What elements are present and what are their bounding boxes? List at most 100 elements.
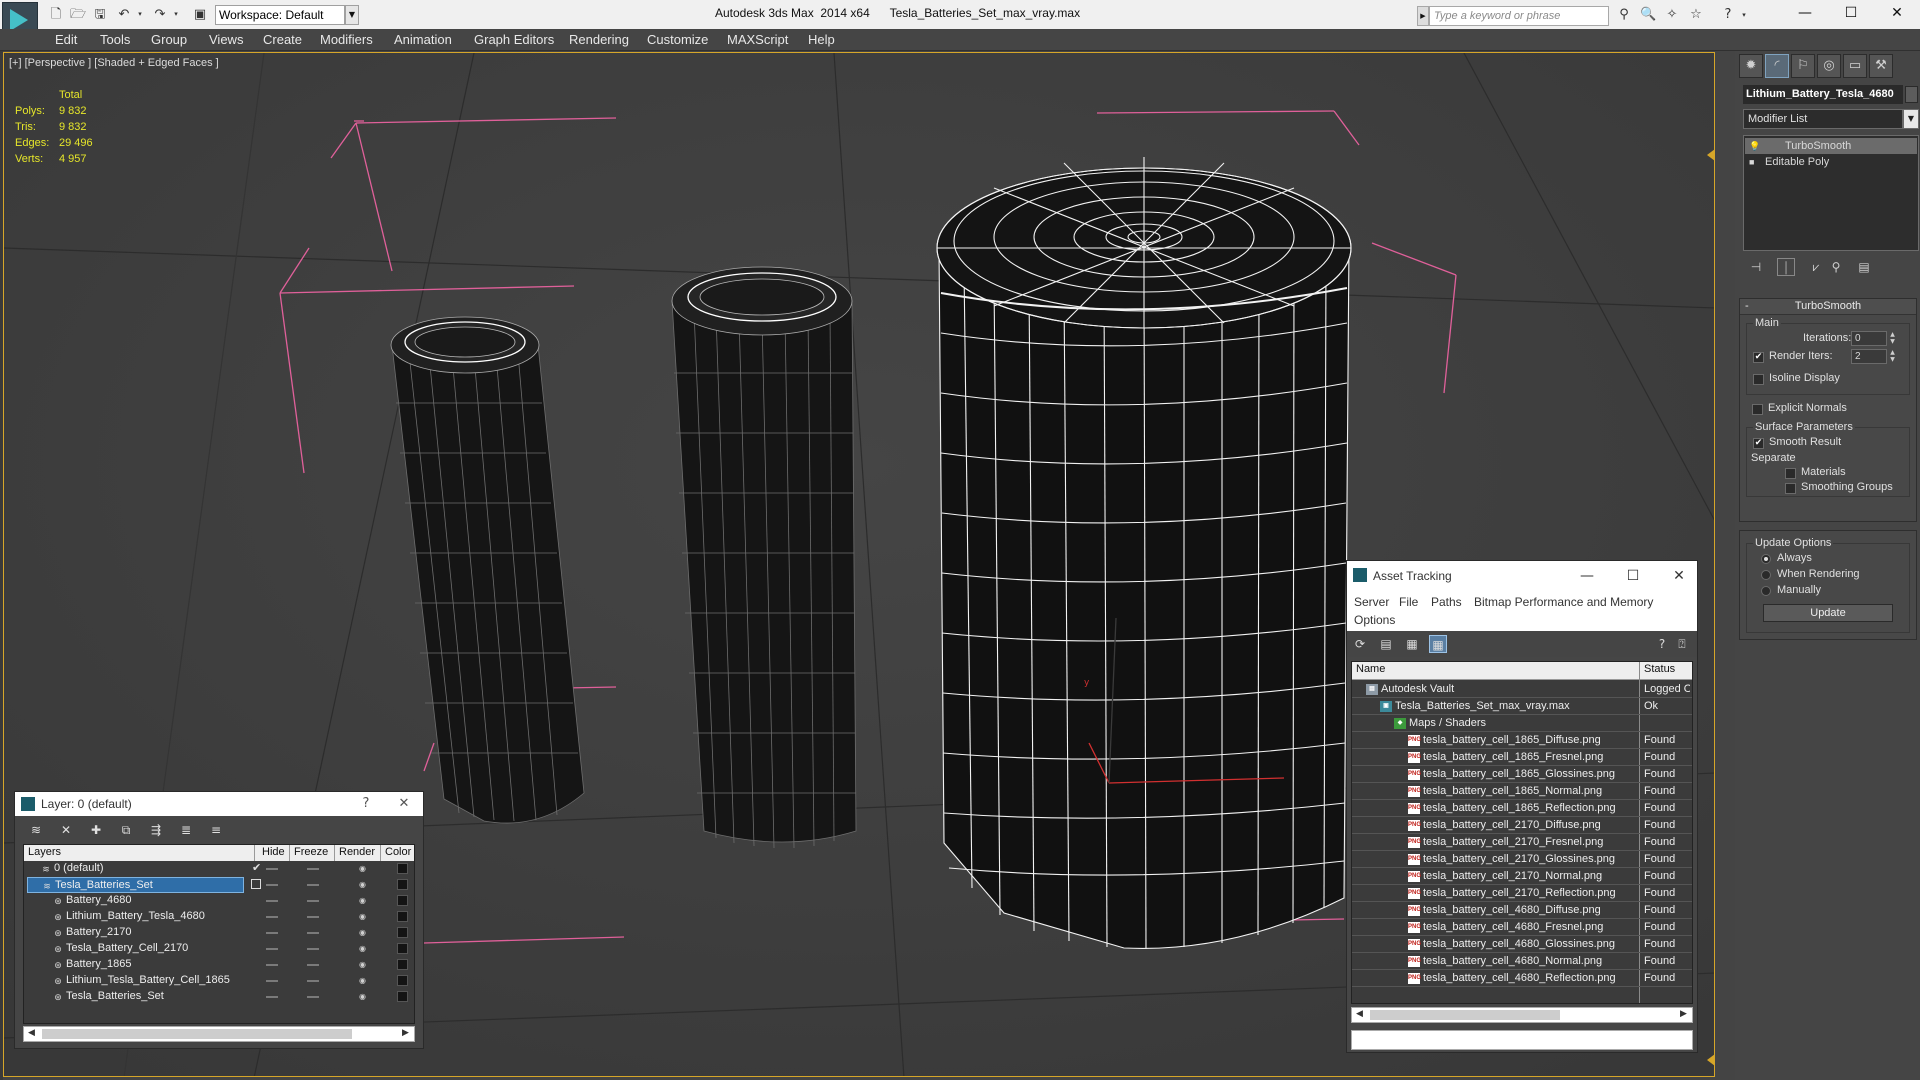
list-view-icon[interactable]: ▤: [1377, 635, 1395, 653]
layer-color-swatch[interactable]: [397, 879, 408, 890]
table-row[interactable]: PNG tesla_battery_cell_2170_Diffuse.png Fo…: [1352, 817, 1692, 834]
layer-color-swatch[interactable]: [397, 991, 408, 1002]
table-row[interactable]: PNG tesla_battery_cell_1865_Normal.png Fou…: [1352, 783, 1692, 800]
help-button[interactable]: ?: [355, 794, 377, 814]
asset-horizontal-scrollbar[interactable]: ◀ ▶: [1351, 1007, 1693, 1023]
hide-toggle[interactable]: [266, 980, 278, 982]
materials-checkbox[interactable]: [1785, 468, 1796, 479]
table-row[interactable]: PNG tesla_battery_cell_2170_Reflection.pn…: [1352, 885, 1692, 902]
isoline-display-checkbox[interactable]: [1753, 374, 1764, 385]
column-render[interactable]: Render: [339, 846, 375, 858]
menu-animation[interactable]: Animation: [394, 32, 452, 47]
teapot-render-icon[interactable]: ◉: [357, 912, 368, 922]
menu-edit[interactable]: Edit: [55, 32, 77, 47]
hide-toggle[interactable]: [266, 868, 278, 870]
column-divider[interactable]: [289, 845, 290, 861]
column-layers[interactable]: Layers: [28, 846, 61, 858]
menu-modifiers[interactable]: Modifiers: [320, 32, 373, 47]
menu-customize[interactable]: Customize: [647, 32, 708, 47]
scroll-left-icon[interactable]: ◀: [28, 1028, 35, 1038]
layer-name-cell[interactable]: ⊛ Lithium_Tesla_Battery_Cell_1865: [27, 973, 244, 989]
table-row[interactable]: PNG tesla_battery_cell_1865_Glossines.png…: [1352, 766, 1692, 783]
menu-group[interactable]: Group: [151, 32, 187, 47]
table-row[interactable]: PNG tesla_battery_cell_2170_Fresnel.png Fo…: [1352, 834, 1692, 851]
scroll-right-icon[interactable]: ▶: [402, 1028, 409, 1038]
column-hide[interactable]: Hide: [262, 846, 285, 858]
layer-name-cell[interactable]: ⊛ Battery_4680: [27, 893, 244, 909]
scrollbar-thumb[interactable]: [1370, 1010, 1560, 1020]
hide-toggle[interactable]: [266, 884, 278, 886]
motion-icon[interactable]: ◎: [1817, 54, 1841, 78]
configure-sets-icon[interactable]: ▤: [1855, 258, 1873, 276]
show-end-result-icon[interactable]: ⏐: [1777, 258, 1795, 276]
table-row[interactable]: PNG tesla_battery_cell_4680_Fresnel.png Fo…: [1352, 919, 1692, 936]
select-objects-icon[interactable]: ⧉: [117, 821, 135, 839]
spinner-arrows-icon[interactable]: ▲ ▼: [1888, 331, 1897, 346]
add-to-layer-icon[interactable]: ✚: [87, 821, 105, 839]
minimize-button[interactable]: —: [1782, 0, 1828, 28]
new-file-icon[interactable]: 🗋: [48, 7, 64, 22]
rollout-header[interactable]: - TurboSmooth: [1740, 299, 1916, 315]
help-icon[interactable]: ?: [1720, 7, 1736, 23]
layer-name-cell[interactable]: ⊛ Battery_2170: [27, 925, 244, 941]
chevron-down-icon[interactable]: ▼: [345, 5, 359, 25]
project-folder-icon[interactable]: ▣: [192, 7, 208, 22]
modify-icon[interactable]: ◜: [1765, 54, 1789, 78]
teapot-render-icon[interactable]: ◉: [357, 976, 368, 986]
search-icon[interactable]: 🔍: [1640, 7, 1656, 23]
teapot-render-icon[interactable]: ◉: [357, 864, 368, 874]
table-row[interactable]: ▣ Tesla_Batteries_Set_max_vray.max Ok: [1352, 698, 1692, 715]
make-unique-icon[interactable]: ⩗: [1807, 258, 1825, 276]
column-status[interactable]: Status: [1644, 663, 1675, 675]
layer-row[interactable]: ⊛ Battery_2170 ◉: [24, 925, 414, 941]
maximize-button[interactable]: ☐: [1618, 566, 1648, 586]
current-layer-checkmark-icon[interactable]: ✔: [252, 861, 261, 876]
layer-name-cell[interactable]: ⊛ Lithium_Battery_Tesla_4680: [27, 909, 244, 925]
table-row[interactable]: PNG tesla_battery_cell_4680_Normal.png Fou…: [1352, 953, 1692, 970]
freeze-toggle[interactable]: [307, 884, 319, 886]
menu-create[interactable]: Create: [263, 32, 302, 47]
binoculars-icon[interactable]: ⚲: [1616, 7, 1632, 23]
object-name-field[interactable]: Lithium_Battery_Tesla_4680: [1743, 85, 1903, 104]
undo-dropdown-icon[interactable]: ▾: [132, 7, 148, 22]
menu-views[interactable]: Views: [209, 32, 243, 47]
open-file-icon[interactable]: 🗁: [70, 7, 86, 22]
menu-server[interactable]: Server: [1354, 595, 1389, 609]
display-icon[interactable]: ▭: [1843, 54, 1867, 78]
smooth-result-checkbox[interactable]: ✔: [1753, 438, 1764, 449]
layer-row[interactable]: ≋ Tesla_Batteries_Set ◉: [24, 877, 414, 893]
create-icon[interactable]: ✹: [1739, 54, 1763, 78]
lightbulb-icon[interactable]: 💡: [1749, 141, 1760, 151]
menu-paths[interactable]: Paths: [1431, 595, 1462, 609]
stack-item-editable-poly[interactable]: ■ Editable Poly: [1745, 154, 1917, 170]
minimize-button[interactable]: —: [1572, 566, 1602, 586]
teapot-render-icon[interactable]: ◉: [357, 944, 368, 954]
stack-item-turbosmooth[interactable]: 💡 TurboSmooth: [1745, 138, 1917, 154]
table-row[interactable]: PNG tesla_battery_cell_2170_Normal.png Fou…: [1352, 868, 1692, 885]
viewport-label[interactable]: [+] [Perspective ] [Shaded + Edged Faces…: [9, 57, 219, 69]
help-dropdown-icon[interactable]: ▾: [1736, 7, 1752, 23]
search-expand-icon[interactable]: ▶: [1417, 6, 1429, 26]
teapot-render-icon[interactable]: ◉: [357, 992, 368, 1002]
layer-color-swatch[interactable]: [397, 927, 408, 938]
menu-tools[interactable]: Tools: [100, 32, 130, 47]
layer-row[interactable]: ⊛ Tesla_Batteries_Set ◉: [24, 989, 414, 1005]
hide-toggle[interactable]: [266, 916, 278, 918]
table-row[interactable]: PNG tesla_battery_cell_1865_Diffuse.png Fo…: [1352, 732, 1692, 749]
help-icon[interactable]: ?: [1653, 635, 1671, 653]
workspace-select[interactable]: Workspace: Default: [215, 5, 345, 25]
hide-toggle[interactable]: [266, 996, 278, 998]
remove-modifier-icon[interactable]: ⚲: [1827, 258, 1845, 276]
column-color[interactable]: Color: [385, 846, 411, 858]
redo-icon[interactable]: ↷: [152, 7, 168, 22]
viewport-resize-handle-top[interactable]: [1707, 149, 1714, 161]
undo-icon[interactable]: ↶: [116, 7, 132, 22]
favorites-icon[interactable]: ☆: [1688, 7, 1704, 23]
refresh-icon[interactable]: ⟳: [1351, 635, 1369, 653]
freeze-toggle[interactable]: [307, 964, 319, 966]
layer-color-swatch[interactable]: [397, 895, 408, 906]
hide-toggle[interactable]: [266, 948, 278, 950]
freeze-toggle[interactable]: [307, 868, 319, 870]
table-row[interactable]: PNG tesla_battery_cell_1865_Fresnel.png Fo…: [1352, 749, 1692, 766]
highlight-layer-icon[interactable]: ⇶: [147, 821, 165, 839]
